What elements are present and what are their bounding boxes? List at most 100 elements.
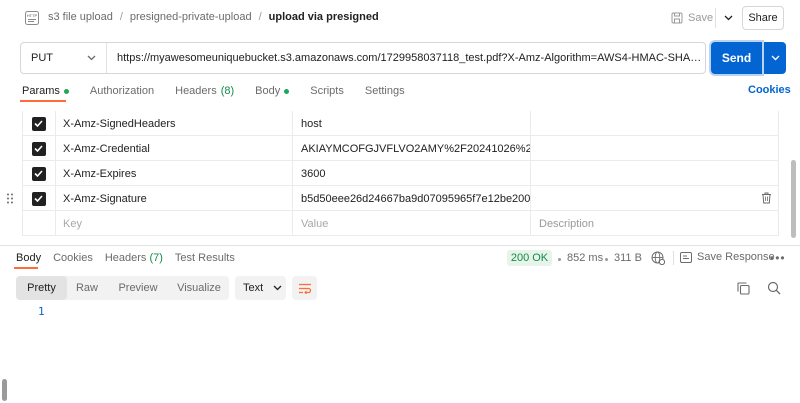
scrollbar[interactable] bbox=[2, 379, 7, 401]
param-description[interactable] bbox=[531, 186, 779, 211]
method-select[interactable]: PUT bbox=[21, 43, 107, 73]
tab-label: Scripts bbox=[310, 85, 344, 97]
table-row-new: Key Value Description bbox=[22, 211, 779, 236]
save-options-button[interactable] bbox=[720, 9, 736, 27]
cookies-link[interactable]: Cookies bbox=[748, 84, 791, 96]
chevron-down-icon bbox=[87, 55, 96, 61]
save-button[interactable]: Save bbox=[671, 8, 713, 28]
response-time[interactable]: 852 ms bbox=[567, 252, 603, 264]
tab-label: Headers bbox=[175, 85, 217, 97]
status-dot bbox=[63, 88, 69, 94]
row-checkbox-cell bbox=[22, 136, 56, 161]
tab-label: Settings bbox=[364, 85, 405, 97]
more-options-button[interactable]: ••• bbox=[770, 251, 786, 265]
request-tabs: Params Authorization Headers (8) Body Scr… bbox=[22, 84, 426, 98]
tab-count: (7) bbox=[149, 252, 163, 264]
globe-icon[interactable] bbox=[651, 251, 665, 265]
svg-text:HTTP: HTTP bbox=[27, 13, 38, 18]
tab-label: Authorization bbox=[89, 85, 155, 97]
param-value[interactable]: AKIAYMCOFGJVFLVO2AMY%2F20241026%2Fus-e..… bbox=[293, 136, 531, 161]
scrollbar[interactable] bbox=[791, 160, 796, 238]
tab-authorization[interactable]: Authorization bbox=[90, 84, 154, 98]
send-button[interactable]: Send bbox=[711, 42, 762, 74]
checkbox-checked-icon[interactable] bbox=[31, 141, 46, 156]
save-label: Save bbox=[688, 12, 714, 24]
param-key[interactable]: X-Amz-Signature bbox=[56, 186, 293, 211]
share-button[interactable]: Share bbox=[742, 6, 784, 30]
description-placeholder[interactable]: Description bbox=[531, 211, 779, 236]
tab-label: Params bbox=[22, 85, 60, 97]
top-bar: HTTP s3 file upload / presigned-private-up… bbox=[0, 0, 800, 36]
table-row: X-Amz-Expires 3600 bbox=[22, 161, 779, 186]
divider bbox=[715, 8, 716, 28]
param-description[interactable] bbox=[531, 161, 779, 186]
status-badge[interactable]: 200 OK bbox=[507, 250, 552, 266]
param-key[interactable]: X-Amz-Credential bbox=[56, 136, 293, 161]
send-options-button[interactable] bbox=[764, 42, 786, 74]
request-name[interactable]: upload via presigned bbox=[269, 11, 379, 23]
save-response-button[interactable]: Save Response bbox=[680, 251, 775, 263]
save-response-icon bbox=[680, 251, 692, 263]
view-preview[interactable]: Preview bbox=[107, 276, 169, 300]
drag-handle-icon[interactable] bbox=[6, 193, 14, 204]
tab-label: Body bbox=[255, 85, 281, 97]
tab-label: Headers bbox=[104, 252, 147, 264]
checkbox-checked-icon[interactable] bbox=[31, 116, 46, 131]
checkbox-checked-icon[interactable] bbox=[31, 166, 46, 181]
search-icon[interactable] bbox=[767, 281, 781, 295]
format-label: Text bbox=[243, 282, 264, 294]
param-key[interactable]: X-Amz-SignedHeaders bbox=[56, 111, 293, 136]
row-checkbox-cell bbox=[22, 211, 56, 236]
param-key[interactable]: X-Amz-Expires bbox=[56, 161, 293, 186]
tab-response-headers[interactable]: Headers (7) bbox=[105, 252, 163, 264]
chevron-down-icon bbox=[771, 55, 779, 61]
param-value[interactable]: b5d50eee26d24667ba9d07095965f7e12be20008… bbox=[293, 186, 531, 211]
tab-headers[interactable]: Headers (8) bbox=[175, 84, 234, 98]
save-response-label: Save Response bbox=[697, 251, 775, 263]
tab-test-results[interactable]: Test Results bbox=[175, 252, 235, 264]
view-visualize[interactable]: Visualize bbox=[169, 276, 229, 300]
separator-dot bbox=[558, 258, 561, 261]
tab-scripts[interactable]: Scripts bbox=[310, 84, 344, 98]
http-icon: HTTP bbox=[25, 11, 39, 25]
tab-body[interactable]: Body bbox=[255, 84, 290, 98]
param-value[interactable]: 3600 bbox=[293, 161, 531, 186]
breadcrumb-collection[interactable]: s3 file upload bbox=[48, 11, 113, 23]
method-label: PUT bbox=[31, 52, 53, 64]
copy-icon[interactable] bbox=[737, 282, 750, 295]
tab-response-cookies[interactable]: Cookies bbox=[53, 252, 93, 264]
pane-divider[interactable] bbox=[0, 245, 800, 246]
breadcrumb-separator: / bbox=[258, 11, 262, 23]
param-value[interactable]: host bbox=[293, 111, 531, 136]
view-pretty[interactable]: Pretty bbox=[16, 276, 67, 300]
row-checkbox-cell bbox=[22, 111, 56, 136]
checkbox-checked-icon[interactable] bbox=[31, 191, 46, 206]
request-bar: PUT https://myawesomeuniquebucket.s3.ama… bbox=[20, 42, 706, 74]
active-tab-indicator bbox=[14, 267, 38, 269]
tab-response-body[interactable]: Body bbox=[16, 252, 41, 264]
status-dot bbox=[284, 88, 290, 94]
wrap-lines-button[interactable] bbox=[292, 276, 317, 300]
active-tab-indicator bbox=[20, 100, 66, 102]
tab-settings[interactable]: Settings bbox=[365, 84, 405, 98]
view-mode-switch: Pretty Raw Preview Visualize bbox=[16, 276, 229, 300]
param-description[interactable] bbox=[531, 111, 779, 136]
table-row: X-Amz-Signature b5d50eee26d24667ba9d0709… bbox=[7, 186, 779, 211]
view-raw[interactable]: Raw bbox=[67, 276, 107, 300]
line-number: 1 bbox=[38, 305, 45, 318]
trash-icon[interactable] bbox=[761, 192, 772, 204]
table-row: X-Amz-Credential AKIAYMCOFGJVFLVO2AMY%2F… bbox=[22, 136, 779, 161]
response-size[interactable]: 311 B bbox=[614, 252, 642, 264]
param-description[interactable] bbox=[531, 136, 779, 161]
value-placeholder[interactable]: Value bbox=[293, 211, 531, 236]
row-checkbox-cell bbox=[22, 161, 56, 186]
breadcrumb-folder[interactable]: presigned-private-upload bbox=[130, 11, 252, 23]
row-checkbox-cell bbox=[22, 186, 56, 211]
url-input[interactable]: https://myawesomeuniquebucket.s3.amazona… bbox=[107, 52, 705, 64]
tab-count: (8) bbox=[220, 85, 235, 97]
chevron-down-icon bbox=[724, 15, 732, 21]
tab-params[interactable]: Params bbox=[22, 84, 69, 98]
divider bbox=[673, 251, 674, 265]
key-placeholder[interactable]: Key bbox=[56, 211, 293, 236]
format-select[interactable]: Text bbox=[235, 276, 286, 300]
